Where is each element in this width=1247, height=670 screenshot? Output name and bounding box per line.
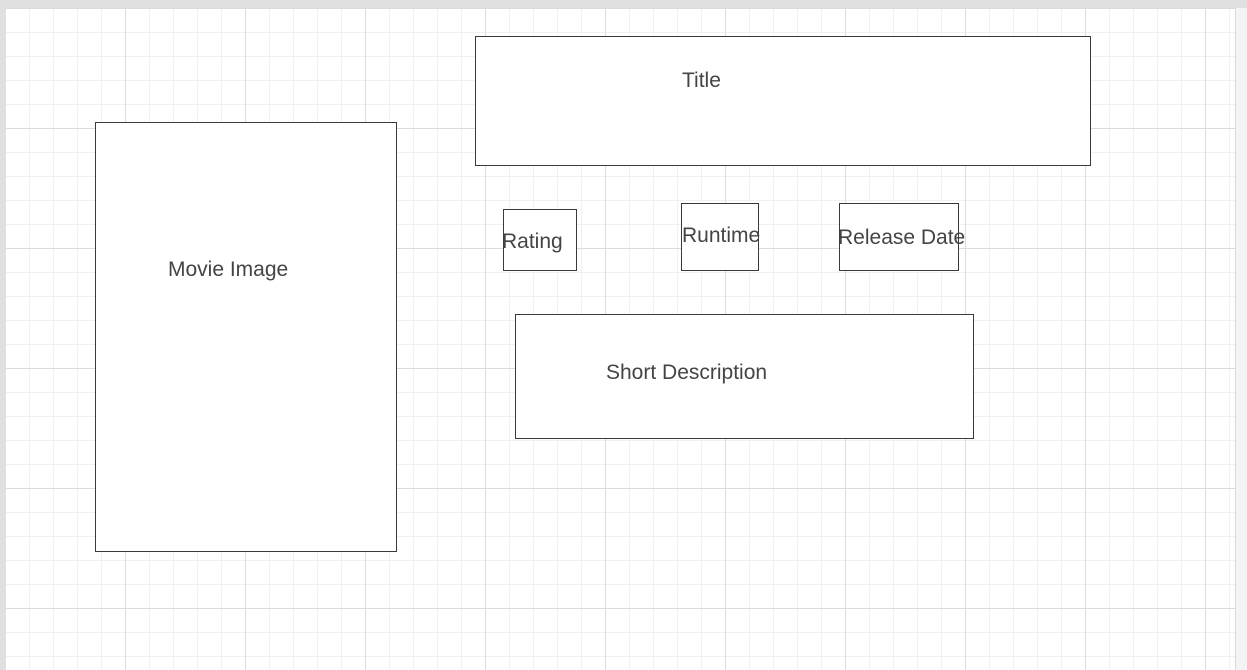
runtime-label: Runtime	[682, 224, 761, 247]
release-date-box[interactable]: Release Date	[838, 203, 965, 271]
title-label: Title	[682, 69, 721, 92]
movie-image-label: Movie Image	[168, 258, 289, 281]
rating-label: Rating	[502, 230, 563, 253]
short-description-label: Short Description	[606, 361, 768, 384]
rating-box[interactable]: Rating	[502, 209, 577, 271]
release-date-label: Release Date	[838, 226, 966, 249]
movie-image-box[interactable]: Movie Image	[95, 122, 397, 552]
runtime-box[interactable]: Runtime	[681, 203, 761, 271]
diagram-canvas: Movie Image Title Rating Runtime Release…	[6, 8, 1235, 670]
title-box[interactable]: Title	[475, 36, 1091, 166]
vertical-scrollbar[interactable]	[1235, 8, 1247, 670]
short-description-box[interactable]: Short Description	[515, 314, 974, 439]
